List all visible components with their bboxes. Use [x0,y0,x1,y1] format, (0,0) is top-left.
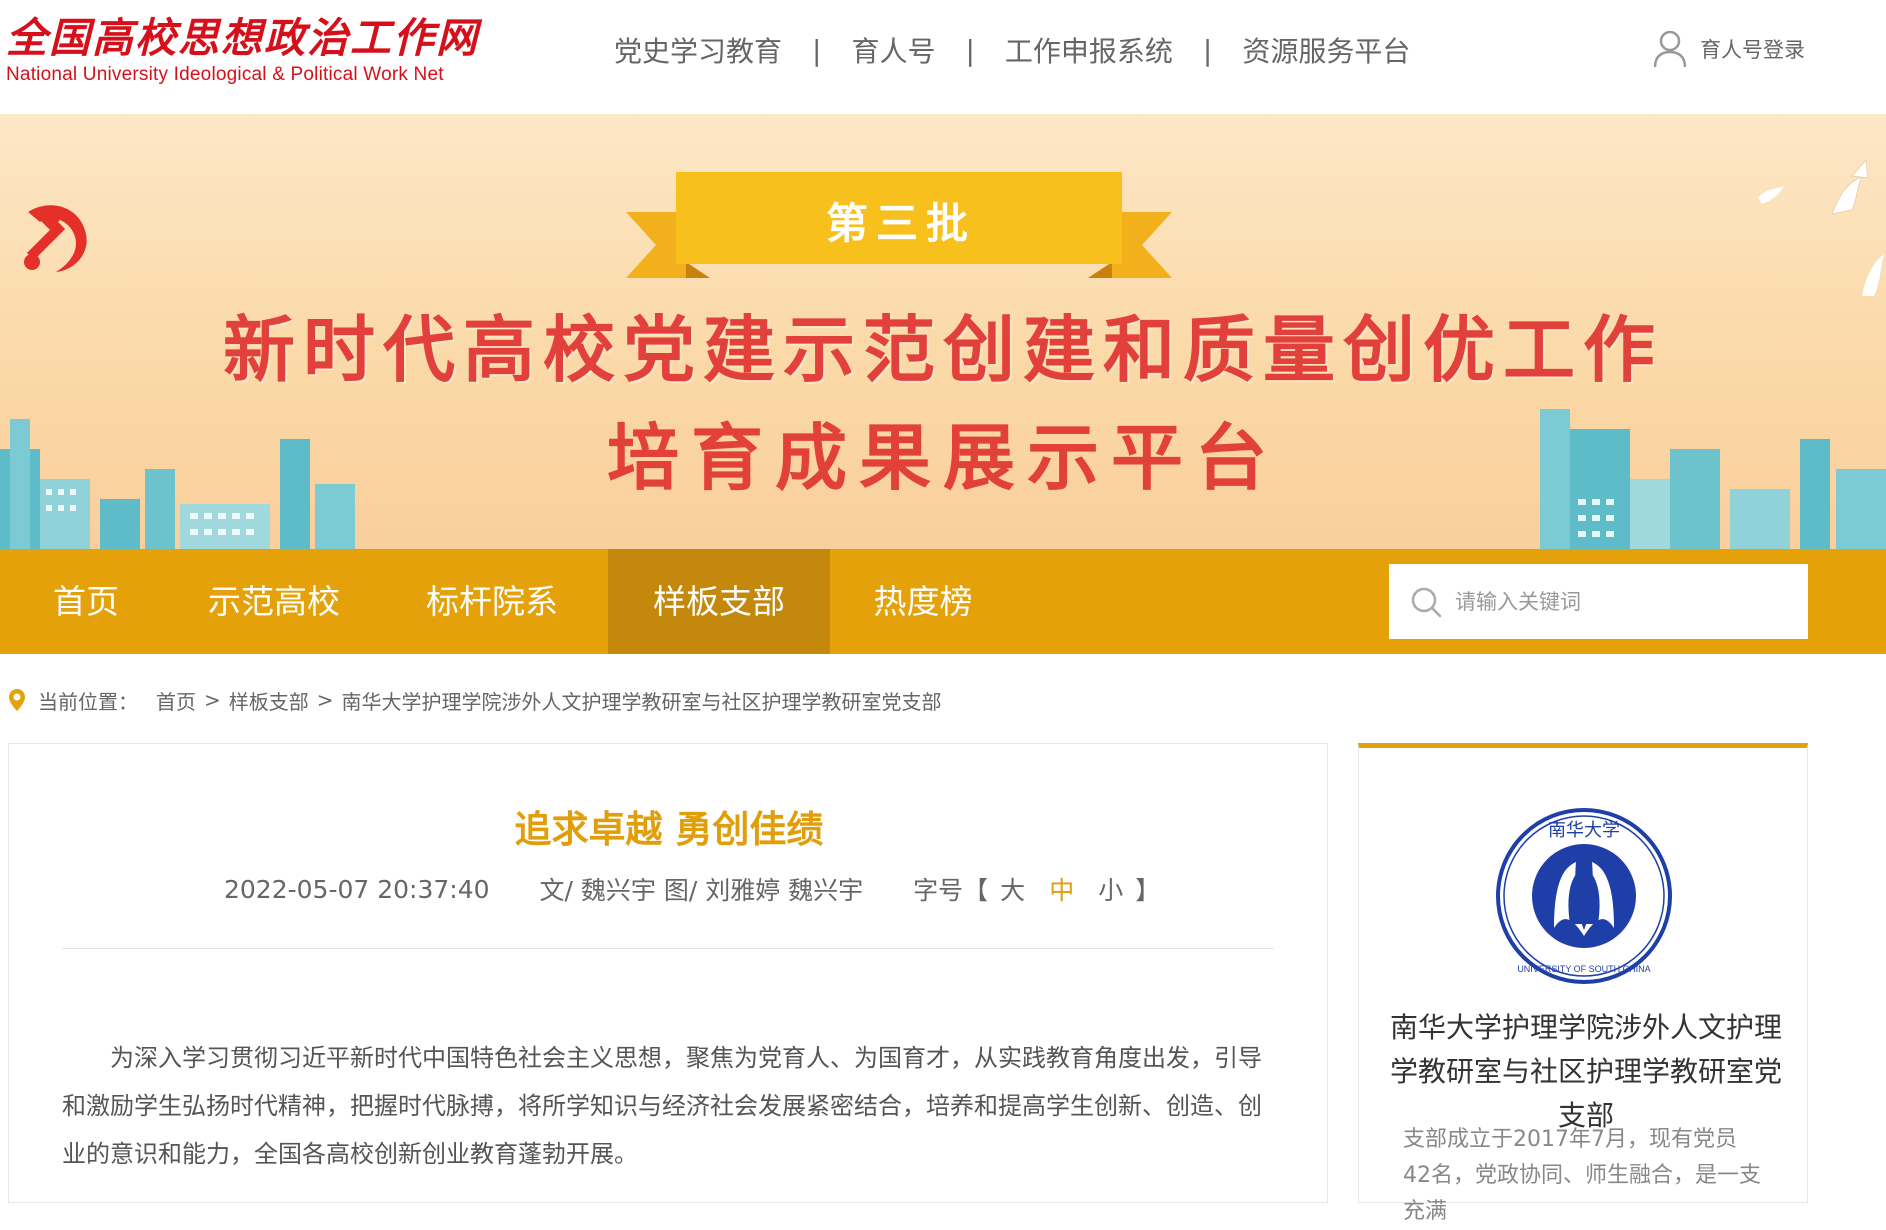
breadcrumb-model-branches[interactable]: 样板支部 [229,686,309,715]
top-nav-yurenhao[interactable]: 育人号 [851,30,935,70]
search-box[interactable] [1389,564,1808,639]
top-nav-party-history[interactable]: 党史学习教育 [614,30,782,70]
top-nav-work-declaration[interactable]: 工作申报系统 [1005,30,1173,70]
article-panel: 追求卓越 勇创佳绩 2022-05-07 20:37:40 文/ 魏兴宇 图/ … [8,743,1328,1203]
site-logo-cn: 全国高校思想政治工作网 [6,14,479,62]
ribbon-text: 第三批 [825,199,976,248]
top-nav-separator: | [1202,33,1213,67]
branch-description: 支部成立于2017年7月，现有党员42名，党政协同、师生融合，是一支充满 [1403,1127,1761,1224]
article-body: 为深入学习贯彻习近平新时代中国特色社会主义思想，聚焦为党育人、为国育才，从实践教… [62,1044,1262,1168]
location-pin-icon [9,689,25,711]
font-size-close: 】 [1135,876,1161,905]
article-meta: 2022-05-07 20:37:40 文/ 魏兴宇 图/ 刘雅婷 魏兴宇 字号… [224,872,1160,906]
login-label: 育人号登录 [1700,38,1805,62]
nav-benchmark-departments[interactable]: 标杆院系 [376,549,608,654]
article-date: 2022-05-07 20:37:40 [224,874,490,904]
font-size-label: 字号【 [913,876,989,905]
nav-model-universities[interactable]: 示范高校 [172,549,376,654]
hero-banner: 第三批 新时代高校党建示范创建和质量创优工作 培育成果展示平台 [0,114,1886,549]
article-divider [62,948,1274,949]
breadcrumb-label: 当前位置： [38,689,138,714]
logo-en-text: UNIVERSITY OF SOUTH CHINA [1517,964,1650,974]
nav-hot-list[interactable]: 热度榜 [830,549,1016,654]
nav-home[interactable]: 首页 [0,549,172,654]
dove-icon [1831,158,1869,215]
branch-title[interactable]: 南华大学护理学院涉外人文护理学教研室与社区护理学教研室党支部 [1381,1006,1791,1138]
city-skyline-right [1540,409,1886,549]
search-icon[interactable] [1409,585,1443,619]
top-nav-separator: | [812,33,822,67]
breadcrumb-arrow: > [316,688,334,712]
top-header: 全国高校思想政治工作网 National University Ideologi… [0,0,1886,114]
breadcrumb: 当前位置： 首页 > 样板支部 > 南华大学护理学院涉外人文护理学教研室与社区护… [8,683,942,717]
article-author: 文/ 魏兴宇 图/ 刘雅婷 魏兴宇 [539,876,864,905]
nav-model-branches[interactable]: 样板支部 [608,549,830,654]
login-link[interactable]: 育人号登录 [1652,24,1805,74]
dove-icon [1758,186,1784,204]
font-size-small[interactable]: 小 [1098,871,1123,907]
university-logo: 南华大学 UNIVERSITY OF SOUTH CHINA [1496,808,1672,984]
search-input[interactable] [1455,589,1775,614]
article-title: 追求卓越 勇创佳绩 [514,808,824,851]
logo-cn-text: 南华大学 [1548,820,1620,841]
top-nav: 党史学习教育 | 育人号 | 工作申报系统 | 资源服务平台 [614,28,1410,72]
breadcrumb-home[interactable]: 首页 [156,686,196,715]
top-nav-resource-platform[interactable]: 资源服务平台 [1242,30,1410,70]
breadcrumb-arrow: > [204,688,221,712]
user-icon [1653,30,1687,68]
city-skyline-left [0,419,355,549]
site-logo[interactable]: 全国高校思想政治工作网 National University Ideologi… [6,14,526,88]
banner-title-line1: 新时代高校党建示范创建和质量创优工作 [222,307,1663,392]
breadcrumb-current[interactable]: 南华大学护理学院涉外人文护理学教研室与社区护理学教研室党支部 [342,686,942,715]
font-size-medium[interactable]: 中 [1049,871,1074,907]
top-nav-separator: | [965,33,975,67]
branch-info-card: 南华大学 UNIVERSITY OF SOUTH CHINA 南华大学护理学院涉… [1358,743,1808,1224]
party-emblem-icon [24,205,87,272]
main-nav: 首页 示范高校 标杆院系 样板支部 热度榜 [0,549,1886,654]
site-logo-en: National University Ideological & Politi… [6,64,444,85]
font-size-large[interactable]: 大 [1000,871,1025,907]
